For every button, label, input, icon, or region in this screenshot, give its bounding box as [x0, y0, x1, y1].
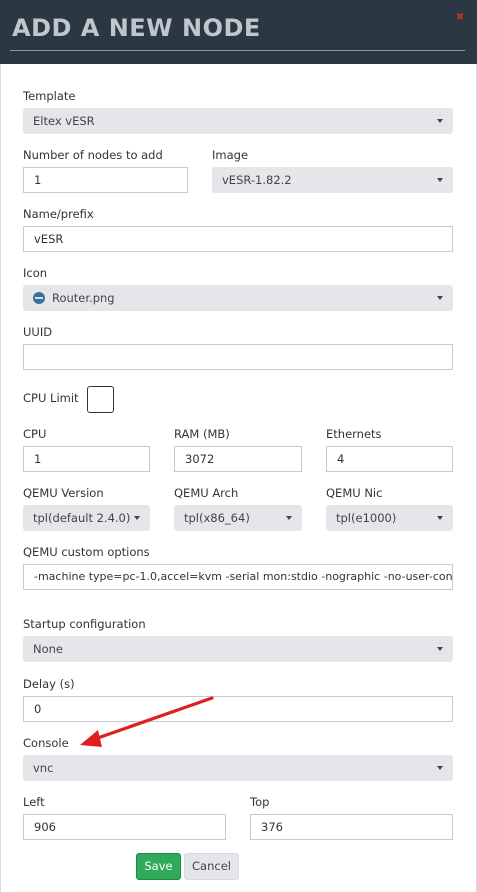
chevron-down-icon — [437, 647, 443, 651]
chevron-down-icon — [286, 516, 292, 520]
startup-config-select[interactable]: None — [23, 636, 453, 662]
qemu-version-select[interactable]: tpl(default 2.4.0) — [23, 505, 150, 531]
top-label: Top — [250, 795, 270, 809]
chevron-down-icon — [437, 119, 443, 123]
router-icon — [33, 291, 45, 304]
icon-select-value: Router.png — [52, 291, 115, 305]
qemu-nic-value: tpl(e1000) — [336, 511, 397, 525]
console-select[interactable]: vnc — [23, 755, 453, 781]
uuid-input[interactable] — [23, 344, 453, 370]
console-select-value: vnc — [33, 761, 54, 775]
ram-label: RAM (MB) — [174, 427, 230, 441]
qemu-nic-label: QEMU Nic — [326, 486, 383, 500]
qemu-version-label: QEMU Version — [23, 486, 104, 500]
chevron-down-icon — [437, 766, 443, 770]
node-count-input[interactable]: 1 — [23, 167, 188, 193]
chevron-down-icon — [134, 516, 140, 520]
close-icon[interactable]: ✖ — [454, 12, 466, 24]
left-label: Left — [23, 795, 45, 809]
top-input[interactable]: 376 — [250, 814, 453, 840]
chevron-down-icon — [437, 516, 443, 520]
template-select[interactable]: Eltex vESR — [23, 108, 453, 134]
chevron-down-icon — [437, 296, 443, 300]
ethernets-label: Ethernets — [326, 427, 382, 441]
name-prefix-label: Name/prefix — [23, 207, 94, 221]
image-label: Image — [212, 148, 249, 162]
icon-label: Icon — [23, 266, 48, 280]
icon-select[interactable]: Router.png — [23, 285, 453, 311]
left-input[interactable]: 906 — [23, 814, 226, 840]
header-divider — [10, 50, 465, 51]
uuid-label: UUID — [23, 325, 53, 339]
qemu-custom-options-input[interactable]: -machine type=pc-1.0,accel=kvm -serial m… — [23, 564, 453, 590]
ram-input[interactable]: 3072 — [174, 446, 302, 472]
ethernets-input[interactable]: 4 — [326, 446, 453, 472]
name-prefix-input[interactable]: vESR — [23, 226, 453, 252]
template-select-value: Eltex vESR — [33, 114, 95, 128]
cancel-button[interactable]: Cancel — [184, 853, 239, 880]
qemu-custom-options-label: QEMU custom options — [23, 545, 150, 559]
chevron-down-icon — [437, 178, 443, 182]
qemu-version-value: tpl(default 2.4.0) — [33, 511, 131, 525]
cpu-label: CPU — [23, 427, 47, 441]
node-count-label: Number of nodes to add — [23, 148, 163, 162]
dialog-title: ADD A NEW NODE — [12, 14, 261, 42]
qemu-arch-value: tpl(x86_64) — [184, 511, 250, 525]
annotation-arrow-icon — [80, 696, 214, 747]
delay-label: Delay (s) — [23, 677, 75, 691]
startup-config-value: None — [33, 642, 64, 656]
save-button[interactable]: Save — [136, 853, 181, 880]
image-select-value: vESR-1.82.2 — [222, 173, 292, 187]
qemu-nic-select[interactable]: tpl(e1000) — [326, 505, 453, 531]
qemu-arch-label: QEMU Arch — [174, 486, 239, 500]
dialog-header: ADD A NEW NODE ✖ — [0, 0, 477, 64]
console-label: Console — [23, 736, 69, 750]
image-select[interactable]: vESR-1.82.2 — [212, 167, 453, 193]
template-label: Template — [23, 89, 76, 103]
cpu-limit-label: CPU Limit — [23, 391, 79, 405]
cpu-limit-checkbox[interactable] — [87, 386, 114, 413]
qemu-arch-select[interactable]: tpl(x86_64) — [174, 505, 302, 531]
startup-config-label: Startup configuration — [23, 617, 146, 631]
cpu-input[interactable]: 1 — [23, 446, 150, 472]
